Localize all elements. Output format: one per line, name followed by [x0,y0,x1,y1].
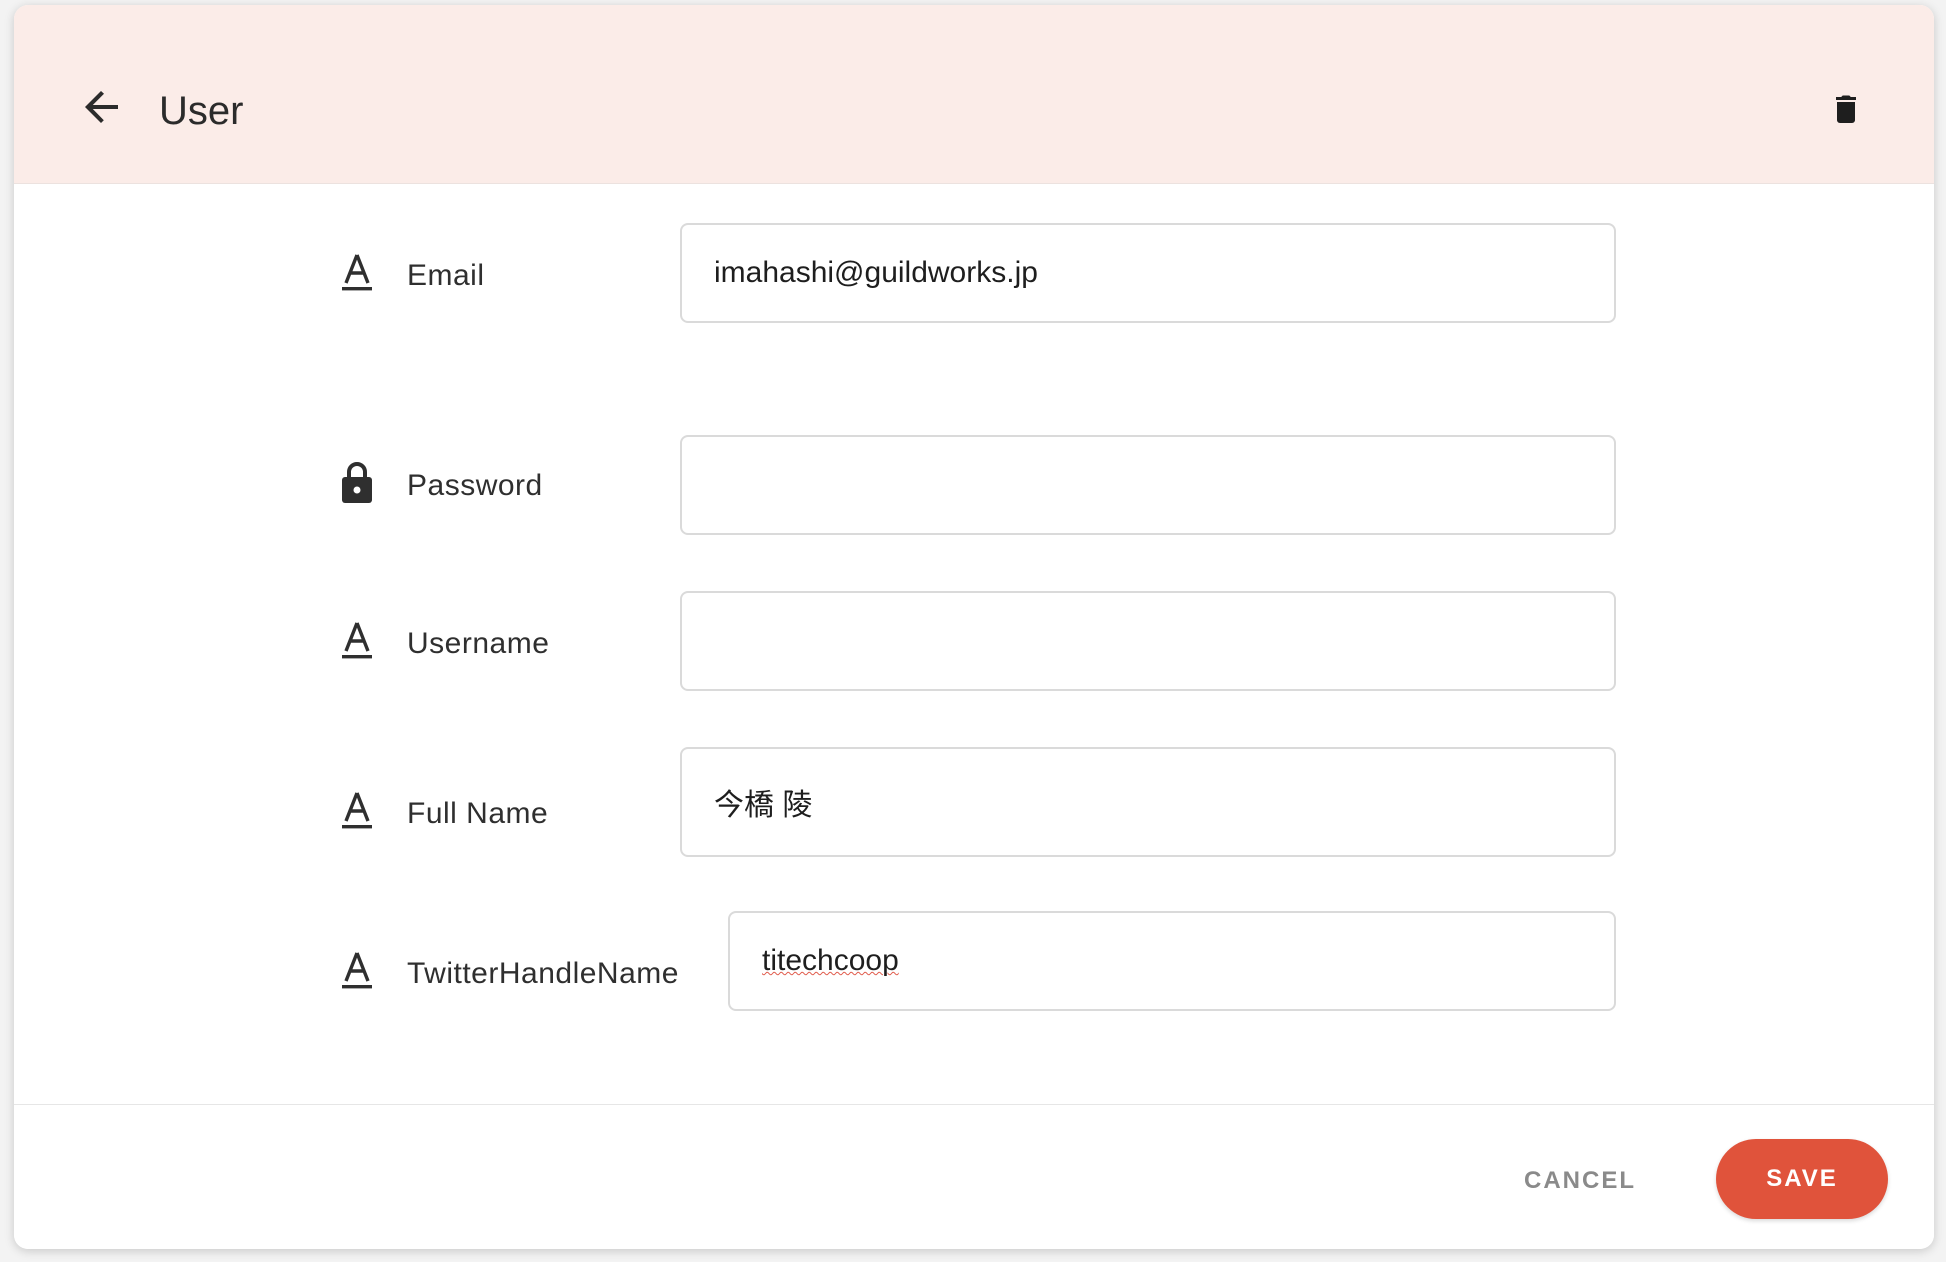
full-name-label: Full Name [407,797,549,830]
text-field-icon [338,789,376,831]
twitter-row: TwitterHandleName titechcoop [14,911,1934,1011]
text-field-icon [338,949,376,991]
email-label: Email [407,259,485,292]
trash-icon [1836,95,1856,123]
password-field[interactable] [680,435,1616,535]
email-field[interactable] [680,223,1616,323]
twitter-handle-value: titechcoop [762,944,899,977]
email-row: Email [14,223,1934,323]
text-field-icon [338,251,376,293]
user-edit-dialog: User Email Password [14,5,1934,1249]
full-name-field[interactable] [680,747,1616,857]
twitter-handle-field[interactable]: titechcoop [728,911,1616,1011]
full-name-row: Full Name [14,747,1934,857]
page-title: User [159,89,244,133]
delete-button[interactable] [1828,91,1864,127]
password-row: Password [14,435,1934,535]
cancel-button[interactable]: CANCEL [1524,1167,1636,1195]
text-field-icon [338,619,376,661]
username-field[interactable] [680,591,1616,691]
twitter-label: TwitterHandleName [407,957,679,990]
username-label: Username [407,627,550,660]
username-row: Username [14,591,1934,691]
save-button[interactable]: SAVE [1716,1139,1888,1219]
dialog-footer: CANCEL SAVE [14,1104,1934,1249]
arrow-left-icon [85,91,118,123]
dialog-header: User [14,5,1934,184]
password-label: Password [407,469,543,502]
back-button[interactable] [78,83,126,131]
lock-icon [338,459,376,503]
